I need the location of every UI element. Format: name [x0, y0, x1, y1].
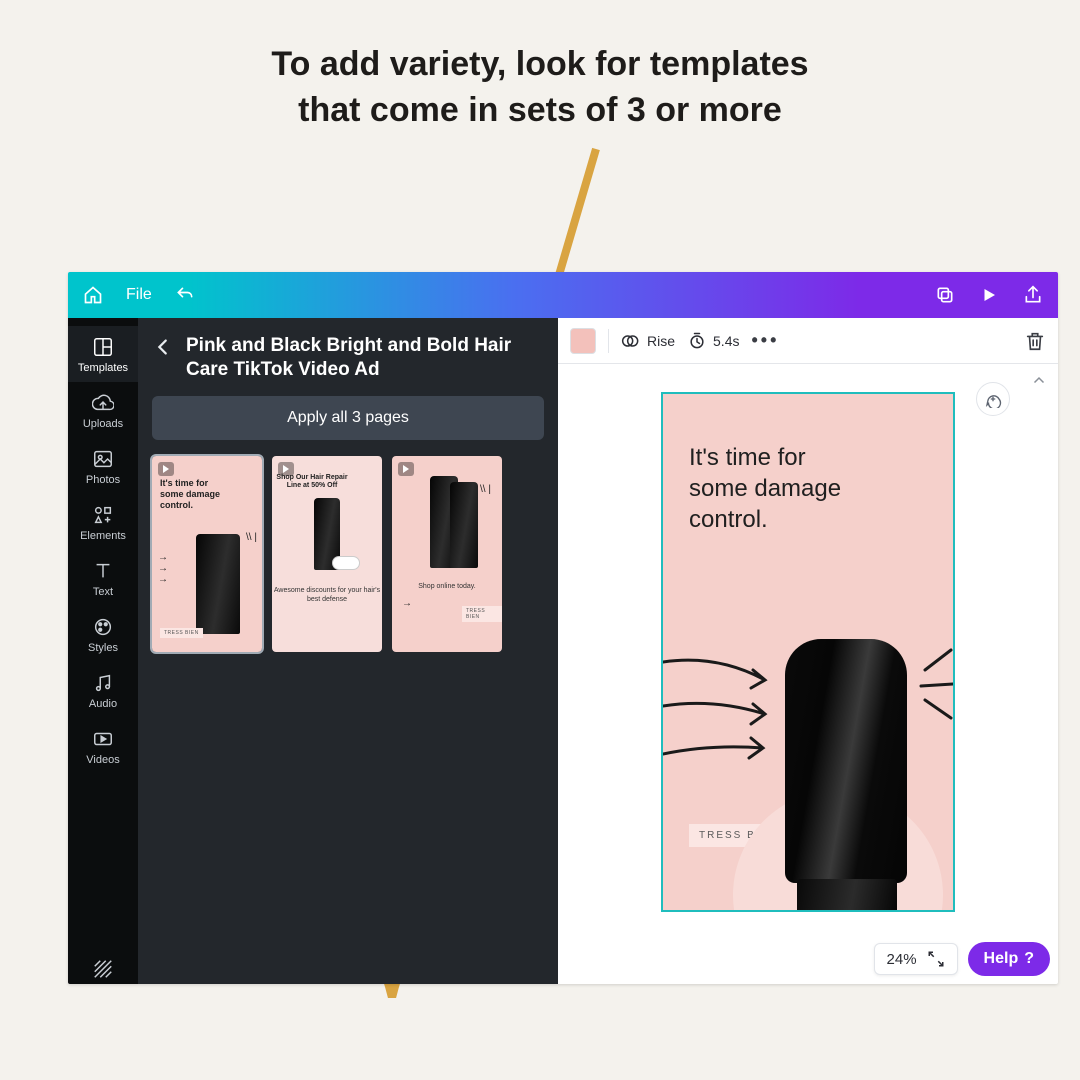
play-badge-icon — [398, 462, 414, 476]
zoom-control[interactable]: 24% — [874, 943, 958, 975]
rail-templates[interactable]: Templates — [68, 326, 138, 382]
thumb-3-subtext: Shop online today. — [392, 582, 502, 591]
rail-audio-label: Audio — [89, 698, 117, 710]
more-menu[interactable]: ••• — [751, 330, 779, 351]
play-icon[interactable] — [978, 284, 1000, 306]
help-label: Help — [984, 950, 1019, 968]
side-rail: Templates Uploads Photos Elements — [68, 318, 138, 984]
uploads-icon — [92, 392, 114, 414]
duration-label: 5.4s — [713, 333, 739, 349]
tutorial-headline-line2: that come in sets of 3 or more — [0, 88, 1080, 134]
apply-all-pages-button[interactable]: Apply all 3 pages — [152, 396, 544, 440]
topbar: File — [68, 272, 1058, 318]
templates-icon — [92, 336, 114, 358]
rail-elements-label: Elements — [80, 530, 126, 542]
rail-styles[interactable]: Styles — [68, 606, 138, 662]
template-thumb-3[interactable]: \\ | Shop online today. → TRESS BIEN — [392, 456, 502, 652]
photos-icon — [92, 448, 114, 470]
rail-background[interactable] — [68, 954, 138, 984]
share-icon[interactable] — [1022, 284, 1044, 306]
thumb-1-text: It's time for some damage control. — [160, 478, 240, 512]
rail-styles-label: Styles — [88, 642, 118, 654]
rail-photos-label: Photos — [86, 474, 120, 486]
thumb-3-badge: TRESS BIEN — [462, 606, 502, 622]
product-tube-graphic — [783, 639, 911, 912]
canvas-toolbar: Rise 5.4s ••• — [558, 318, 1058, 364]
canvas-page[interactable]: It's time for some damage control. — [661, 392, 955, 912]
comment-button[interactable] — [976, 382, 1010, 416]
file-menu[interactable]: File — [126, 286, 152, 304]
play-badge-icon — [158, 462, 174, 476]
help-button[interactable]: Help ? — [968, 942, 1050, 976]
rail-uploads[interactable]: Uploads — [68, 382, 138, 438]
rail-videos[interactable]: Videos — [68, 718, 138, 774]
help-icon: ? — [1024, 950, 1034, 968]
rail-uploads-label: Uploads — [83, 418, 123, 430]
duration-picker[interactable]: 5.4s — [687, 331, 739, 351]
template-thumb-2[interactable]: Shop Our Hair Repair Line at 50% Off Awe… — [272, 456, 382, 652]
rail-templates-label: Templates — [78, 362, 128, 374]
rail-text[interactable]: Text — [68, 550, 138, 606]
rail-photos[interactable]: Photos — [68, 438, 138, 494]
audio-icon — [92, 672, 114, 694]
back-button[interactable] — [152, 336, 176, 360]
elements-icon — [92, 504, 114, 526]
template-title: Pink and Black Bright and Bold Hair Care… — [186, 334, 544, 382]
copy-icon[interactable] — [934, 284, 956, 306]
thumb-2-text: Shop Our Hair Repair Line at 50% Off — [272, 474, 352, 492]
thumb-2-subtext: Awesome discounts for your hair's best d… — [272, 586, 382, 604]
videos-icon — [92, 728, 114, 750]
doodle-accent-right — [907, 644, 955, 734]
animation-label: Rise — [647, 333, 675, 349]
template-thumb-1[interactable]: It's time for some damage control. →→→ \… — [152, 456, 262, 652]
undo-icon[interactable] — [174, 284, 196, 306]
tutorial-headline-line1: To add variety, look for templates — [0, 42, 1080, 88]
templates-panel: Pink and Black Bright and Bold Hair Care… — [138, 318, 558, 984]
template-thumbnails: It's time for some damage control. →→→ \… — [152, 456, 544, 652]
scroll-up-icon[interactable] — [1030, 372, 1048, 390]
doodle-arrows-left — [661, 644, 777, 784]
zoom-value: 24% — [887, 951, 917, 968]
delete-button[interactable] — [1024, 330, 1046, 352]
text-icon — [92, 560, 114, 582]
page-headline: It's time for some damage control. — [689, 442, 841, 536]
rail-text-label: Text — [93, 586, 113, 598]
rail-videos-label: Videos — [86, 754, 119, 766]
app-window: File Templates — [68, 272, 1058, 984]
canvas-area: Rise 5.4s ••• — [558, 318, 1058, 984]
fill-color-swatch[interactable] — [570, 328, 596, 354]
styles-icon — [92, 616, 114, 638]
rail-audio[interactable]: Audio — [68, 662, 138, 718]
home-icon[interactable] — [82, 284, 104, 306]
rail-elements[interactable]: Elements — [68, 494, 138, 550]
tutorial-headline: To add variety, look for templates that … — [0, 42, 1080, 134]
thumb-1-badge: TRESS BIEN — [160, 628, 203, 638]
animation-picker[interactable]: Rise — [621, 331, 675, 351]
